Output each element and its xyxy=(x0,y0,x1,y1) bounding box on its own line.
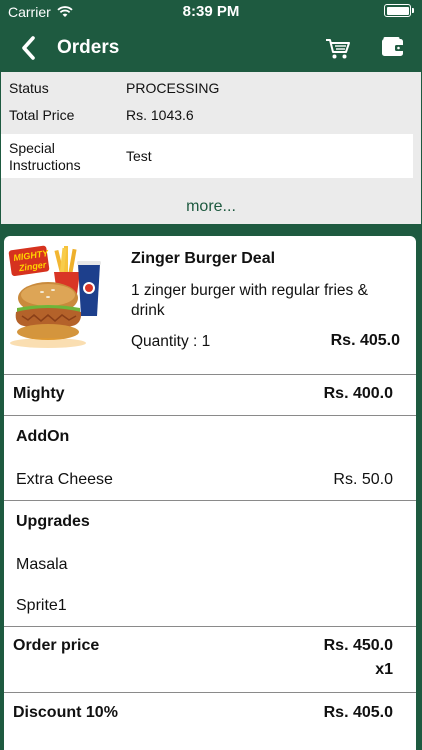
upgrade-item: Sprite1 xyxy=(16,597,67,614)
page-title: Orders xyxy=(57,37,120,58)
addon-header: AddOn xyxy=(16,428,70,445)
order-multiplier: x1 xyxy=(375,661,393,678)
upgrades-header: Upgrades xyxy=(16,513,90,530)
status-label: Status xyxy=(9,80,49,96)
status-bar: Carrier 8:39 PM xyxy=(0,0,422,24)
item-price: Rs. 405.0 xyxy=(330,332,400,349)
total-price-label: Total Price xyxy=(9,107,75,123)
battery-indicator xyxy=(384,4,414,17)
addon-price: Rs. 50.0 xyxy=(333,471,393,488)
status-time: 8:39 PM xyxy=(182,3,240,20)
divider xyxy=(4,626,416,627)
divider xyxy=(4,692,416,693)
variant-name: Mighty xyxy=(13,385,65,402)
discount-label: Discount 10% xyxy=(13,704,118,721)
item-title: Zinger Burger Deal xyxy=(131,250,276,267)
variant-price: Rs. 400.0 xyxy=(323,385,393,402)
discount-value: Rs. 405.0 xyxy=(323,704,393,721)
more-link[interactable]: more... xyxy=(1,198,421,216)
item-quantity: Quantity : 1 xyxy=(131,333,211,350)
cart-icon[interactable] xyxy=(324,34,352,62)
order-summary: Status PROCESSING Total Price Rs. 1043.6… xyxy=(1,72,421,224)
status-value: PROCESSING xyxy=(126,80,220,96)
divider xyxy=(4,374,416,375)
addon-name: Extra Cheese xyxy=(16,471,113,488)
divider xyxy=(4,500,416,501)
order-price-label: Order price xyxy=(13,637,100,654)
battery-icon xyxy=(384,4,411,17)
back-chevron-icon[interactable] xyxy=(16,34,44,62)
item-description: 1 zinger burger with regular fries & dri… xyxy=(131,282,368,319)
order-item-card: MIGHTY Zinger Zinger Burger Deal 1 zinge… xyxy=(4,236,416,750)
order-price-value: Rs. 450.0 xyxy=(323,637,393,654)
divider xyxy=(4,415,416,416)
special-instructions-value: Test xyxy=(126,148,152,164)
total-price-value: Rs. 1043.6 xyxy=(126,107,194,123)
nav-bar: Orders xyxy=(0,24,422,72)
wallet-icon[interactable] xyxy=(380,34,406,60)
upgrade-item: Masala xyxy=(16,556,68,573)
zinger-burger-deal-image: MIGHTY Zinger xyxy=(8,245,101,348)
special-instructions-label: Special Instructions xyxy=(9,140,81,173)
special-instructions-row: Special Instructions Test xyxy=(1,134,413,178)
